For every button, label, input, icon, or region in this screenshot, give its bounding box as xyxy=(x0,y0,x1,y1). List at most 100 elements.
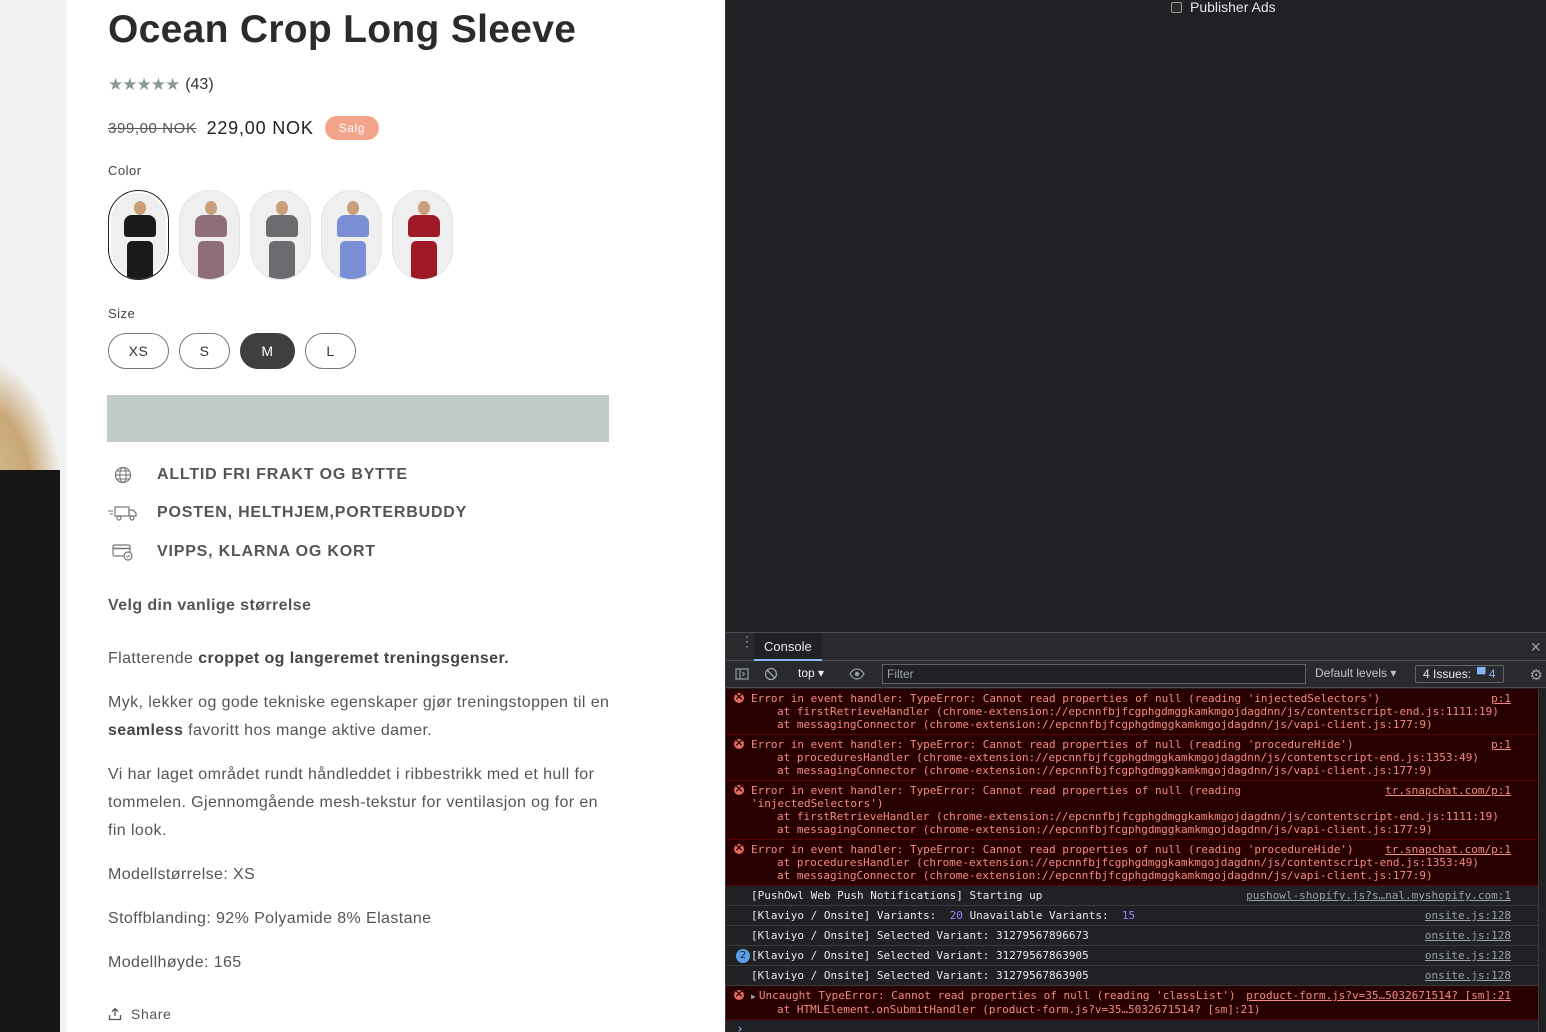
source-link[interactable]: onsite.js:128 xyxy=(1425,949,1511,962)
swatch-model-leggings xyxy=(127,241,153,279)
add-to-cart-button[interactable] xyxy=(107,395,609,442)
error-icon xyxy=(734,987,744,1000)
console-error: ▶Uncaught TypeError: Cannot read propert… xyxy=(726,986,1539,1020)
feature-shipping: ALLTID FRI FRAKT OG BYTTE xyxy=(108,464,408,486)
source-link[interactable]: onsite.js:128 xyxy=(1425,929,1511,942)
size-option-l[interactable]: L xyxy=(305,333,356,369)
size-hint: Velg din vanlige størrelse xyxy=(108,597,312,614)
sale-price: 229,00 NOK xyxy=(206,117,314,138)
publisher-ads-checkbox[interactable] xyxy=(1171,1,1182,13)
feature-payment: VIPPS, KLARNA OG KORT xyxy=(108,541,376,563)
description-highlight: seamless xyxy=(108,722,184,739)
description-paragraph-1: Flatterende croppet og langeremet trenin… xyxy=(108,650,510,667)
console-prompt[interactable]: › xyxy=(736,1022,1546,1032)
devtools-drawer-tabbar: ⋮ Console × xyxy=(726,632,1546,661)
fabric-blend: Stoffblanding: 92% Polyamide 8% Elastane xyxy=(108,910,432,927)
tab-console[interactable]: Console xyxy=(754,633,822,661)
color-swatch-grey[interactable] xyxy=(250,190,311,280)
swatch-model-top xyxy=(266,215,298,237)
console-log: [Klaviyo / Onsite] Selected Variant: 312… xyxy=(726,926,1539,946)
swatch-model-top xyxy=(195,215,227,237)
stack-frame: at proceduresHandler (chrome-extension:/… xyxy=(777,856,1479,869)
context-selector[interactable]: top ▾ xyxy=(798,666,824,680)
message-body: Error in event handler: TypeError: Canno… xyxy=(751,738,1354,751)
product-rating[interactable]: ★★★★★ (43) xyxy=(108,74,214,96)
share-icon xyxy=(108,1007,122,1021)
source-link[interactable]: onsite.js:128 xyxy=(1425,909,1511,922)
message-body: [Klaviyo / Onsite] Selected Variant: 312… xyxy=(751,929,1089,942)
source-link[interactable]: tr.snapchat.com/p:1 xyxy=(1385,843,1511,856)
gear-icon[interactable]: ⚙ xyxy=(1530,666,1543,684)
source-link[interactable]: tr.snapchat.com/p:1 xyxy=(1385,784,1511,797)
console-toolbar: top ▾ Filter Default levels ▾ 4 Issues: … xyxy=(726,661,1546,688)
console-error: Error in event handler: TypeError: Canno… xyxy=(726,735,1539,781)
variant-count: 20 xyxy=(949,909,963,922)
message-body: Uncaught TypeError: Cannot read properti… xyxy=(758,989,1236,1002)
size-option-xs[interactable]: XS xyxy=(108,333,169,369)
console-log: [PushOwl Web Push Notifications] Startin… xyxy=(726,886,1539,906)
expand-arrow-icon[interactable]: ▶ xyxy=(751,992,756,1001)
error-icon xyxy=(734,690,744,703)
message-text: [Klaviyo / Onsite] Selected Variant: 312… xyxy=(751,969,1511,982)
message-body: Error in event handler: TypeError: Canno… xyxy=(751,843,1354,856)
price-row: 399,00 NOK 229,00 NOK Salg xyxy=(108,114,380,142)
close-icon[interactable]: × xyxy=(1530,637,1541,658)
swatch-model-head xyxy=(205,201,217,215)
color-swatch-black[interactable] xyxy=(108,190,169,280)
source-link[interactable]: p:1 xyxy=(1491,738,1511,751)
swatch-model-leggings xyxy=(411,241,437,279)
stack-frame: at messagingConnector (chrome-extension:… xyxy=(777,718,1433,731)
stack-frame: at messagingConnector (chrome-extension:… xyxy=(777,764,1433,777)
stack-frame: at messagingConnector (chrome-extension:… xyxy=(777,823,1433,836)
message-text: Error in event handler: TypeError: Canno… xyxy=(751,738,1511,751)
console-scrollbar[interactable] xyxy=(1538,689,1546,1032)
color-swatches xyxy=(108,190,463,280)
product-hero-image xyxy=(0,0,67,1032)
message-text-continued: 'injectedSelectors') xyxy=(751,797,884,810)
message-body: Error in event handler: TypeError: Canno… xyxy=(751,692,1381,705)
model-height: Modellhøyde: 165 xyxy=(108,954,242,971)
source-link[interactable]: p:1 xyxy=(1491,692,1511,705)
drawer-menu-icon[interactable]: ⋮ xyxy=(740,634,754,648)
sidebar-toggle-icon[interactable] xyxy=(735,667,749,681)
log-levels-dropdown[interactable]: Default levels ▾ xyxy=(1315,666,1396,680)
error-icon xyxy=(734,736,744,749)
feature-text: VIPPS, KLARNA OG KORT xyxy=(157,543,376,560)
clear-console-icon[interactable] xyxy=(764,667,778,681)
stack-frame: at messagingConnector (chrome-extension:… xyxy=(777,869,1433,882)
message-text: [Klaviyo / Onsite] Selected Variant: 312… xyxy=(751,949,1511,962)
hero-model-body xyxy=(0,470,60,1032)
feature-text: POSTEN, HELTHJEM,PORTERBUDDY xyxy=(157,504,468,521)
devtools-panel: Publisher Ads ⋮ Console × top ▾ Filter D… xyxy=(725,0,1546,1032)
eye-icon[interactable] xyxy=(849,667,865,681)
source-link[interactable]: pushowl-shopify.js?s…nal.myshopify.com:1 xyxy=(1246,889,1511,902)
model-size: Modellstørrelse: XS xyxy=(108,866,256,883)
size-label: Size xyxy=(108,306,136,321)
color-swatch-red[interactable] xyxy=(392,190,453,280)
share-label: Share xyxy=(131,1006,172,1022)
product-title: Ocean Crop Long Sleeve xyxy=(108,8,577,51)
message-text: [Klaviyo / Onsite] Variants: 20 Unavaila… xyxy=(751,909,1511,922)
swatch-model-top xyxy=(124,215,156,237)
source-link[interactable]: product-form.js?v=35…5032671514? [sm]:21 xyxy=(1246,989,1511,1002)
message-body: Error in event handler: TypeError: Canno… xyxy=(751,784,1242,797)
source-link[interactable]: onsite.js:128 xyxy=(1425,969,1511,982)
console-error: Error in event handler: TypeError: Canno… xyxy=(726,840,1539,886)
swatch-model-leggings xyxy=(198,241,224,279)
globe-icon xyxy=(108,464,138,486)
swatch-model-leggings xyxy=(269,241,295,279)
message-body: [Klaviyo / Onsite] Selected Variant: 312… xyxy=(751,949,1089,962)
sale-badge: Salg xyxy=(324,116,380,140)
color-swatch-blue[interactable] xyxy=(321,190,382,280)
size-option-s[interactable]: S xyxy=(179,333,230,369)
feature-text: ALLTID FRI FRAKT OG BYTTE xyxy=(157,466,408,483)
issues-counter[interactable]: 4 Issues: ▀ 4 xyxy=(1415,665,1504,683)
publisher-ads-toggle[interactable]: Publisher Ads xyxy=(1171,0,1276,15)
share-button[interactable]: Share xyxy=(108,1004,171,1024)
color-swatch-mauve[interactable] xyxy=(179,190,240,280)
size-option-m[interactable]: M xyxy=(240,333,295,369)
rating-count: (43) xyxy=(185,76,214,93)
message-body: [PushOwl Web Push Notifications] Startin… xyxy=(751,889,1043,902)
swatch-model-head xyxy=(276,201,288,215)
console-filter-input[interactable]: Filter xyxy=(882,664,1306,684)
